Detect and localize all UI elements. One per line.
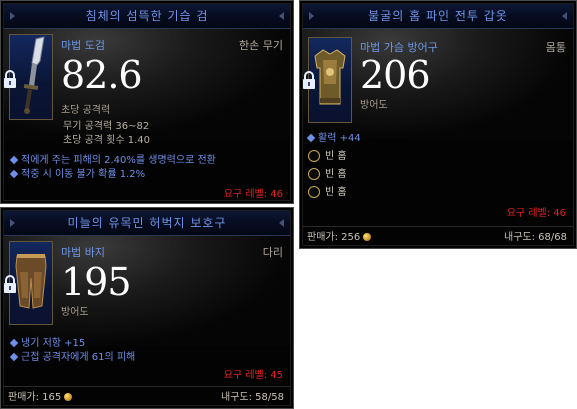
pants-footer: 판매가: 165 내구도: 58/58 xyxy=(4,388,290,408)
chest-armor-value: 206 xyxy=(360,53,431,97)
sword-item-type: 마법 도검 xyxy=(61,39,105,52)
gold-coin-icon xyxy=(363,233,372,241)
chest-footer: 판매가: 256 내구도: 68/68 xyxy=(303,228,573,248)
chest-socket-1: 빈 홈 xyxy=(308,147,347,162)
sword-slot: 한손 무기 xyxy=(239,39,283,52)
gold-coin-icon xyxy=(64,393,73,401)
pants-footer-divider xyxy=(4,386,290,387)
pants-tooltip: 미늘의 유목민 허벅지 보호구 마법 바지 다리 195 방어도 냉기 저항 +… xyxy=(0,207,294,409)
affix-bullet-icon xyxy=(9,352,19,362)
chest-slot: 몸통 xyxy=(545,41,566,54)
chest-socket-2: 빈 홈 xyxy=(308,165,347,180)
chest-durability: 내구도: 68/68 xyxy=(504,232,567,243)
pants-item-icon[interactable] xyxy=(4,241,53,325)
pants-slot: 다리 xyxy=(262,246,283,259)
pants-required-level: 요구 레벨: 45 xyxy=(223,370,283,381)
affix-bullet-icon xyxy=(306,133,316,143)
pants-title: 미늘의 유목민 허벅지 보호구 xyxy=(4,211,290,236)
chest-affix-1-text: 활력 +44 xyxy=(318,133,361,144)
empty-socket-icon xyxy=(308,168,320,180)
chest-footer-divider xyxy=(303,226,573,227)
pants-affix-1: 냉기 저항 +15 xyxy=(9,334,85,349)
pants-armor-caption: 방어도 xyxy=(61,307,89,318)
sword-dps-value: 82.6 xyxy=(61,53,143,97)
pants-armor-value: 195 xyxy=(61,260,132,304)
sword-affix-2-text: 적중 시 이동 불가 확률 1.2% xyxy=(21,169,146,180)
affix-bullet-icon xyxy=(9,338,19,348)
chest-socket-3-text: 빈 홈 xyxy=(325,187,347,198)
sword-stat-damage: 무기 공격력 36~82 xyxy=(63,121,150,132)
pants-item-type: 마법 바지 xyxy=(61,246,105,259)
affix-bullet-icon xyxy=(9,155,19,165)
sword-item-icon[interactable] xyxy=(4,34,53,120)
affix-bullet-icon xyxy=(9,169,19,179)
pants-sell-text: 판매가: 165 xyxy=(8,392,62,403)
chest-socket-1-text: 빈 홈 xyxy=(325,151,347,162)
chest-socket-2-text: 빈 홈 xyxy=(325,169,347,180)
chest-title: 불굴의 홈 파인 전투 갑옷 xyxy=(303,4,573,29)
sword-required-level: 요구 레벨: 46 xyxy=(223,189,283,200)
chest-item-icon[interactable] xyxy=(303,37,352,123)
lock-icon xyxy=(4,275,16,293)
sword-tooltip: 침체의 섬뜩한 기습 검 마법 도검 한손 무기 82.6 초당 공격력 무기 … xyxy=(0,0,294,204)
chest-armor-caption: 방어도 xyxy=(360,100,388,111)
chest-tooltip: 불굴의 홈 파인 전투 갑옷 마법 가슴 방어구 몸통 206 방어도 활력 +… xyxy=(299,0,577,249)
pants-sell-price: 판매가: 165 xyxy=(8,388,73,408)
chest-sell-price: 판매가: 256 xyxy=(307,228,372,248)
empty-socket-icon xyxy=(308,186,320,198)
chest-socket-3: 빈 홈 xyxy=(308,183,347,198)
empty-socket-icon xyxy=(308,150,320,162)
chest-sell-text: 판매가: 256 xyxy=(307,232,361,243)
pants-affix-2: 근접 공격자에게 61의 피해 xyxy=(9,348,136,363)
sword-dps-caption: 초당 공격력 xyxy=(61,105,111,116)
sword-affix-1: 적에게 주는 피해의 2.40%를 생명력으로 전환 xyxy=(9,151,216,166)
pants-affix-2-text: 근접 공격자에게 61의 피해 xyxy=(21,352,136,363)
sword-title: 침체의 섬뜩한 기습 검 xyxy=(4,4,290,29)
sword-affix-2: 적중 시 이동 불가 확률 1.2% xyxy=(9,165,146,180)
lock-icon xyxy=(303,71,315,89)
lock-icon xyxy=(4,70,16,88)
pants-durability: 내구도: 58/58 xyxy=(221,392,284,403)
chest-affix-1: 활력 +44 xyxy=(306,129,361,144)
sword-stat-speed: 초당 공격 횟수 1.40 xyxy=(63,135,151,146)
chest-required-level: 요구 레벨: 46 xyxy=(506,208,566,219)
